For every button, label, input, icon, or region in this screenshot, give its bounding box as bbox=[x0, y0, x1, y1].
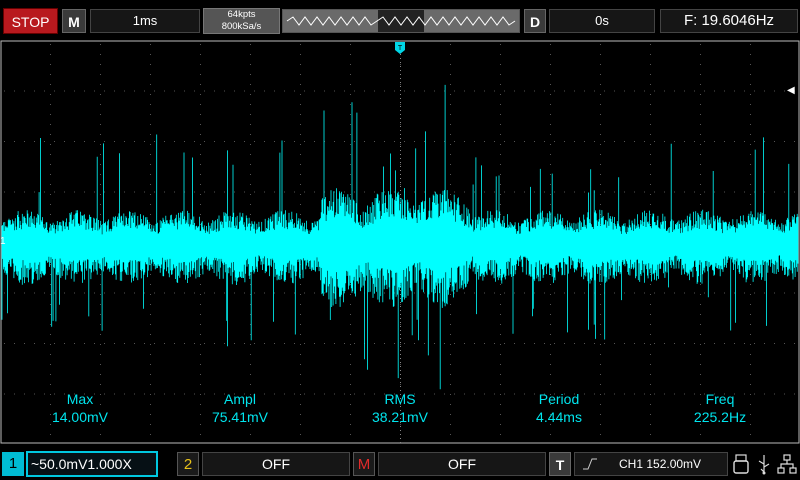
ch2-key[interactable]: 2 bbox=[177, 452, 199, 476]
trigger-key[interactable]: T bbox=[549, 452, 571, 476]
measure-max: Max 14.00mV bbox=[15, 390, 145, 426]
measure-period-label: Period bbox=[538, 391, 580, 407]
measure-ampl: Ampl 75.41mV bbox=[175, 390, 305, 426]
trigger-settings[interactable]: CH1 152.00mV bbox=[574, 452, 728, 476]
rising-edge-icon bbox=[583, 458, 597, 470]
usb-drive-icon bbox=[733, 454, 749, 474]
memory-waveform-icon bbox=[283, 10, 519, 32]
ch1-settings[interactable]: ~50.0mV1.000X bbox=[26, 451, 158, 477]
ch2-settings[interactable]: OFF bbox=[202, 452, 350, 476]
ch1-key[interactable]: 1 bbox=[2, 452, 24, 476]
trigger-position-marker[interactable]: T bbox=[395, 42, 405, 54]
memory-overview-bar bbox=[282, 9, 520, 33]
lan-icon bbox=[777, 454, 797, 474]
measure-max-label: Max bbox=[66, 391, 94, 407]
timebase-value[interactable]: 1ms bbox=[90, 9, 200, 33]
horizontal-delay[interactable]: 0s bbox=[549, 9, 655, 33]
measure-rms-label: RMS bbox=[384, 391, 416, 407]
acquisition-info: 64kpts 800kSa/s bbox=[203, 8, 280, 34]
delay-key[interactable]: D bbox=[524, 9, 546, 33]
measure-freq: Freq 225.2Hz bbox=[655, 390, 785, 426]
sample-rate: 800kSa/s bbox=[221, 21, 262, 32]
trigger-marker-label: T bbox=[398, 45, 403, 52]
measure-rms: RMS 38.21mV bbox=[335, 390, 465, 426]
measure-freq-label: Freq bbox=[705, 391, 735, 407]
usb-connection-icon bbox=[758, 455, 770, 475]
horizontal-menu-key[interactable]: M bbox=[62, 9, 86, 33]
measure-max-value: 14.00mV bbox=[51, 409, 109, 425]
run-stop-indicator[interactable]: STOP bbox=[3, 8, 58, 34]
measure-period: Period 4.44ms bbox=[494, 390, 624, 426]
measure-rms-value: 38.21mV bbox=[371, 409, 429, 425]
math-key[interactable]: M bbox=[353, 452, 375, 476]
top-status-bar: STOP M 1ms 64kpts 800kSa/s D 0s F: 19.60… bbox=[0, 0, 800, 38]
measure-period-value: 4.44ms bbox=[536, 409, 582, 425]
trigger-level-arrow[interactable]: ◀ bbox=[787, 85, 795, 96]
math-settings[interactable]: OFF bbox=[378, 452, 546, 476]
measure-ampl-label: Ampl bbox=[224, 391, 256, 407]
measure-freq-value: 225.2Hz bbox=[693, 409, 747, 425]
measure-ampl-value: 75.41mV bbox=[211, 409, 269, 425]
ch1-offset-marker[interactable]: 1 bbox=[0, 236, 6, 247]
memory-depth: 64kpts bbox=[227, 9, 256, 20]
trigger-source-level: CH1 152.00mV bbox=[619, 457, 702, 471]
waveform-grid[interactable] bbox=[0, 40, 800, 444]
frequency-counter: F: 19.6046Hz bbox=[660, 9, 798, 33]
